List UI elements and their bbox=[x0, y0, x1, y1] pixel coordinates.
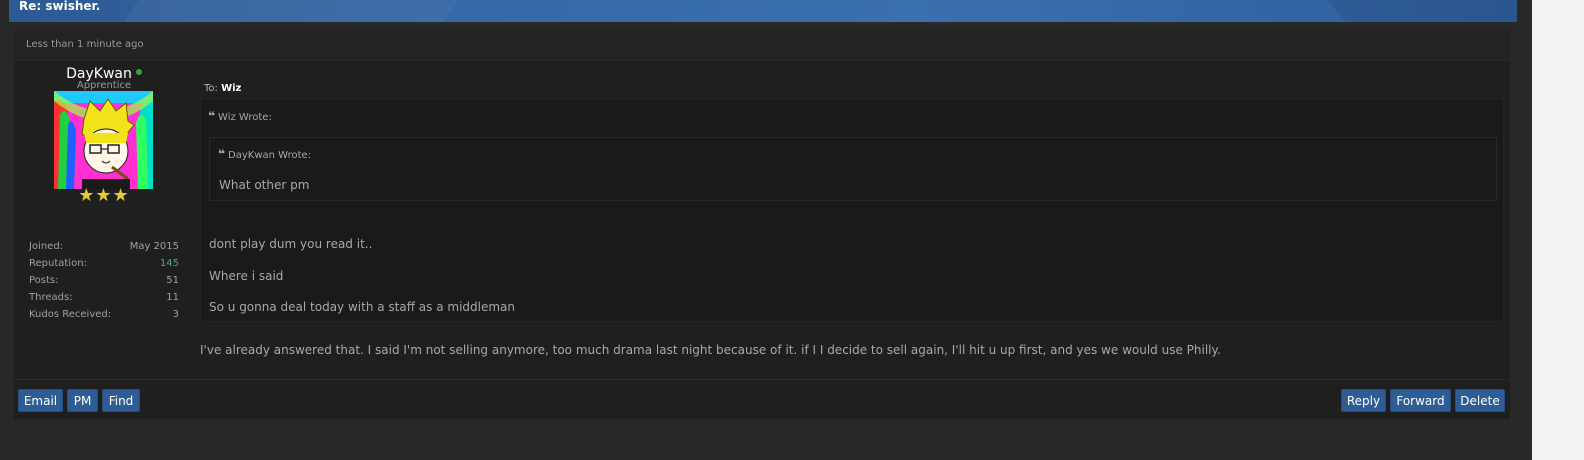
stat-value[interactable]: 145 bbox=[160, 258, 179, 269]
quote-block: ❝ Wiz Wrote: ❝ DayKwan Wrote: What other p… bbox=[200, 99, 1504, 322]
page-bottom-area bbox=[14, 419, 1510, 460]
forward-button[interactable]: Forward bbox=[1390, 389, 1451, 412]
quote-icon: ❝ bbox=[208, 109, 216, 123]
quote-header: ❝ Wiz Wrote: bbox=[208, 109, 272, 123]
post-header: Less than 1 minute ago bbox=[14, 29, 1510, 61]
quote-text-line: So u gonna deal today with a staff as a … bbox=[209, 300, 516, 314]
quote-text-line: dont play dum you read it.. bbox=[209, 237, 373, 251]
quote-header: ❝ DayKwan Wrote: bbox=[218, 147, 311, 161]
stat-label: Kudos Received: bbox=[29, 309, 112, 320]
rank-stars-icon: ★★★ bbox=[78, 185, 130, 206]
stat-value: 51 bbox=[166, 275, 179, 286]
quote-author: DayKwan Wrote: bbox=[228, 150, 312, 161]
recipient-name[interactable]: Wiz bbox=[221, 83, 241, 94]
stat-label: Posts: bbox=[29, 275, 59, 286]
email-button[interactable]: Email bbox=[18, 389, 63, 412]
thread-title-bar: Re: swisher. bbox=[9, 0, 1517, 22]
author-usertitle: Apprentice bbox=[76, 80, 132, 91]
post-container: Less than 1 minute ago DayKwan Apprentic… bbox=[14, 29, 1510, 420]
post-timestamp: Less than 1 minute ago bbox=[26, 39, 144, 50]
delete-button[interactable]: Delete bbox=[1455, 389, 1505, 412]
stat-value: 3 bbox=[172, 309, 179, 320]
title-bar-decoration bbox=[86, 0, 492, 22]
thread-title: Re: swisher. bbox=[19, 0, 101, 13]
stat-threads: Threads: 11 bbox=[29, 290, 179, 307]
author-stats: Joined: May 2015 Reputation: 145 Posts: … bbox=[29, 239, 179, 324]
stat-label: Reputation: bbox=[29, 258, 87, 269]
quote-icon: ❝ bbox=[218, 147, 226, 161]
page-gutter bbox=[1532, 0, 1584, 460]
find-button[interactable]: Find bbox=[102, 389, 140, 412]
stat-label: Joined: bbox=[29, 241, 64, 252]
quote-author: Wiz Wrote: bbox=[218, 112, 272, 123]
stat-value: May 2015 bbox=[129, 241, 179, 252]
post-body-text: I've already answered that. I said I'm n… bbox=[200, 343, 1221, 357]
post-footer: Email PM Find Reply Forward Delete bbox=[14, 379, 1510, 420]
author-panel: DayKwan Apprentice ★★★ Joined: May 2015 … bbox=[14, 61, 194, 361]
online-status-icon bbox=[135, 68, 142, 75]
stat-reputation: Reputation: 145 bbox=[29, 256, 179, 273]
pm-button[interactable]: PM bbox=[67, 389, 98, 412]
stat-posts: Posts: 51 bbox=[29, 273, 179, 290]
quote-text-line: Where i said bbox=[209, 269, 284, 283]
recipient-line: To: Wiz bbox=[204, 83, 241, 94]
nested-quote-text: What other pm bbox=[219, 178, 310, 192]
recipient-label: To: bbox=[204, 83, 218, 94]
stat-value: 11 bbox=[166, 292, 179, 303]
stat-joined: Joined: May 2015 bbox=[29, 239, 179, 256]
nested-quote-block: ❝ DayKwan Wrote: What other pm bbox=[209, 137, 1497, 201]
stat-label: Threads: bbox=[29, 292, 73, 303]
reply-button[interactable]: Reply bbox=[1341, 389, 1386, 412]
title-bar-decoration bbox=[1297, 0, 1517, 22]
author-avatar[interactable] bbox=[54, 91, 153, 189]
stat-kudos: Kudos Received: 3 bbox=[29, 307, 179, 324]
